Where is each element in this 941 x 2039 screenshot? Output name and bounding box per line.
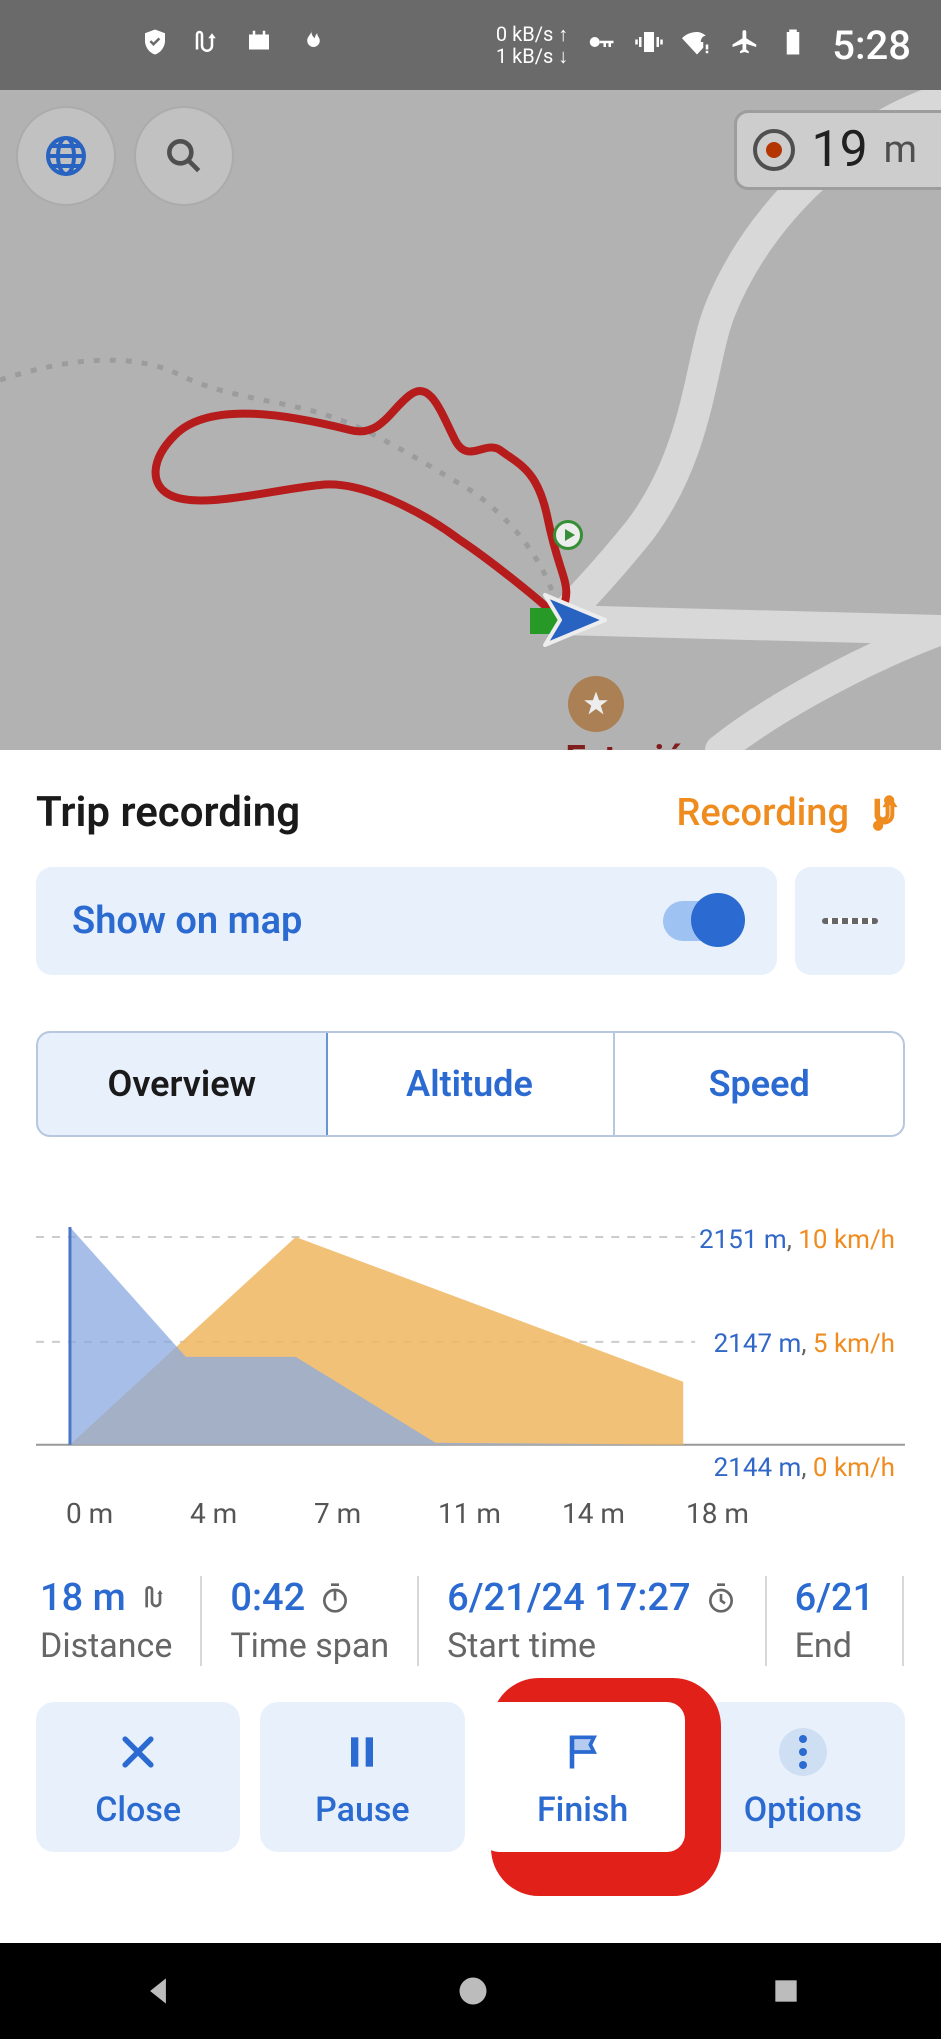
battery-icon bbox=[778, 27, 808, 64]
tab-altitude[interactable]: Altitude bbox=[326, 1033, 616, 1135]
globe-icon bbox=[42, 132, 90, 180]
panel-title: Trip recording bbox=[36, 788, 300, 837]
track-appearance-button[interactable] bbox=[795, 867, 905, 975]
vpn-key-icon bbox=[586, 27, 616, 64]
gridline-label-bot: 2144 m, 0 km/h bbox=[714, 1453, 895, 1483]
chart-x-labels: 0 m 4 m 7 m 11 m 14 m 18 m bbox=[36, 1497, 905, 1530]
vibrate-icon bbox=[634, 27, 664, 64]
network-speed: 0 kB/s ↑ 1 kB/s ↓ bbox=[496, 23, 568, 67]
airplane-icon bbox=[730, 27, 760, 64]
tab-speed[interactable]: Speed bbox=[615, 1033, 903, 1135]
clock-text: 5:28 bbox=[832, 22, 911, 69]
finish-flag-icon bbox=[561, 1730, 605, 1774]
android-statusbar: 0 kB/s ↑ 1 kB/s ↓ 5:28 bbox=[0, 0, 941, 90]
map-layers-button[interactable] bbox=[16, 106, 116, 206]
overview-chart[interactable]: 2151 m, 10 km/h 2147 m, 5 km/h 2144 m, 0… bbox=[36, 1207, 905, 1497]
map-scale-badge[interactable]: 19 m bbox=[734, 110, 941, 190]
clock-icon bbox=[705, 1582, 737, 1614]
close-button[interactable]: Close bbox=[36, 1702, 240, 1852]
timer-icon bbox=[319, 1582, 351, 1614]
nav-recent-button[interactable] bbox=[770, 1975, 802, 2007]
tab-overview[interactable]: Overview bbox=[36, 1031, 328, 1137]
nav-home-button[interactable] bbox=[455, 1973, 491, 2009]
map-search-button[interactable] bbox=[134, 106, 234, 206]
options-button[interactable]: Options bbox=[701, 1702, 905, 1852]
gridline-label-mid: 2147 m, 5 km/h bbox=[714, 1329, 895, 1359]
scale-unit: m bbox=[884, 128, 917, 172]
stat-timespan: 0:42 Time span bbox=[202, 1576, 419, 1666]
nav-back-button[interactable] bbox=[139, 1972, 177, 2010]
map-canvas[interactable]: 19 m Estación biológica Yanavacu bbox=[0, 90, 941, 750]
trip-recording-panel: Trip recording Recording Show on map Ove… bbox=[0, 750, 941, 1878]
scale-value: 19 bbox=[811, 121, 867, 179]
android-navbar bbox=[0, 1943, 941, 2039]
action-button-row: Close Pause Finish Options bbox=[36, 1702, 905, 1878]
track-start-marker[interactable] bbox=[553, 520, 583, 550]
show-on-map-switch[interactable] bbox=[663, 901, 741, 941]
show-on-map-toggle-card[interactable]: Show on map bbox=[36, 867, 777, 975]
star-icon bbox=[581, 689, 611, 719]
pause-icon bbox=[340, 1730, 384, 1774]
chart-tabs: Overview Altitude Speed bbox=[36, 1031, 905, 1137]
more-vert-icon bbox=[779, 1728, 827, 1776]
debug-icon bbox=[244, 27, 274, 64]
route-icon bbox=[192, 27, 222, 64]
stat-distance: 18 m Distance bbox=[36, 1576, 202, 1666]
stat-end-time: 6/21 End bbox=[767, 1576, 905, 1666]
show-on-map-label: Show on map bbox=[72, 899, 302, 943]
search-icon bbox=[162, 134, 206, 178]
finish-button[interactable]: Finish bbox=[481, 1702, 685, 1852]
route-small-icon bbox=[140, 1582, 172, 1614]
shield-check-icon bbox=[140, 27, 170, 64]
wifi-alert-icon bbox=[682, 27, 712, 64]
recording-status: Recording bbox=[676, 791, 905, 835]
poi-marker[interactable] bbox=[568, 676, 624, 732]
pause-button[interactable]: Pause bbox=[260, 1702, 464, 1852]
record-indicator-icon bbox=[753, 129, 795, 171]
line-style-icon bbox=[822, 918, 878, 924]
poi-label: Estación biológica Yanavacu bbox=[505, 740, 765, 750]
gridline-label-top: 2151 m, 10 km/h bbox=[699, 1225, 895, 1255]
flame-icon bbox=[296, 27, 326, 64]
stat-start-time: 6/21/24 17:27 Start time bbox=[419, 1576, 767, 1666]
current-location-arrow[interactable] bbox=[530, 590, 610, 654]
close-icon bbox=[116, 1730, 160, 1774]
trip-stats-row[interactable]: 18 m Distance 0:42 Time span 6/21/24 17:… bbox=[36, 1576, 905, 1666]
recording-icon bbox=[867, 794, 905, 832]
